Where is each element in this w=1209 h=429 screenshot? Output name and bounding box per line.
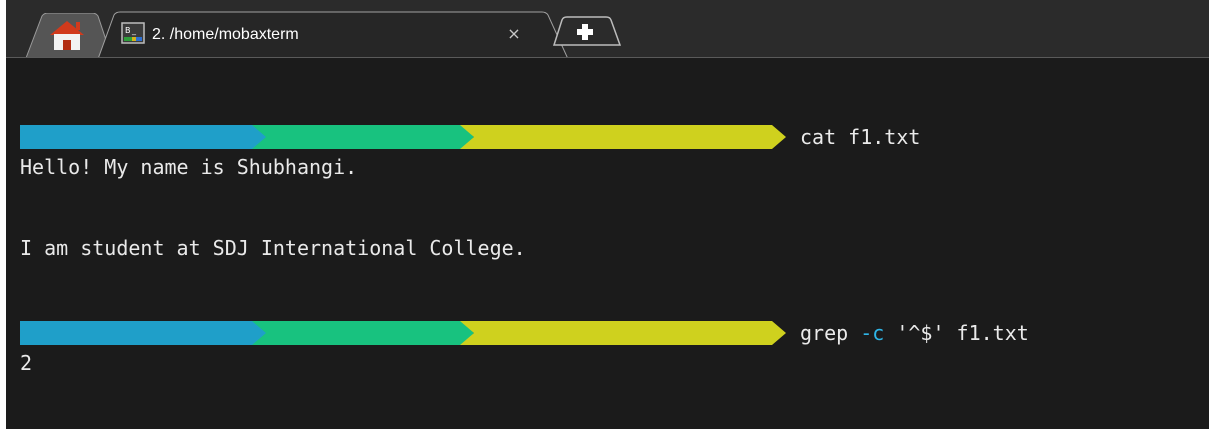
command-text: grep -c '^$' f1.txt	[800, 318, 1029, 348]
prompt-date-segment: 09/09/2024	[20, 321, 278, 345]
prompt-path-segment: /home/mobaxterm	[460, 321, 786, 345]
clock-icon	[372, 372, 390, 390]
output-line: Hello! My name is Shubhangi.	[20, 155, 358, 179]
calendar-icon	[140, 372, 158, 390]
command-name: grep	[800, 321, 861, 345]
tab-title: 2. /home/mobaxterm	[152, 26, 299, 43]
terminal-area[interactable]: 09/09/2024 21:34.51 /home/mobaxterm cat …	[6, 58, 1209, 429]
prompt-line: 09/09/2024 21:34.51 /home/mobaxterm cat …	[20, 122, 1200, 152]
command-args: '^$' f1.txt	[884, 321, 1029, 345]
prompt-time-segment: 21:34.51	[252, 125, 474, 149]
prompt-date: 09/09/2024	[168, 369, 289, 393]
command-text: cat f1.txt	[800, 125, 921, 149]
mobaxterm-window: B _ 2. /home/mobaxterm × 09/09/2024 21:3…	[6, 0, 1209, 429]
prompt-time: 21:34.54	[400, 369, 497, 393]
prompt-path: /home/mobaxterm	[610, 369, 792, 393]
close-icon[interactable]: ×	[503, 20, 525, 48]
prompt-time-segment: 21:34.54	[252, 321, 474, 345]
new-tab-button[interactable]	[550, 16, 622, 46]
folder-icon	[580, 176, 600, 194]
prompt-time: 21:34.51	[400, 173, 497, 197]
prompt-date-segment: 09/09/2024	[20, 125, 278, 149]
prompt-path-segment: /home/mobaxterm	[460, 125, 786, 149]
clock-icon	[372, 176, 390, 194]
output-line: I am student at SDJ International Colleg…	[20, 236, 526, 260]
terminal-tab-icon: B _	[121, 22, 145, 44]
prompt-line: 09/09/2024 21:34.54 /home/mobaxterm grep…	[20, 318, 1200, 348]
output-line: 2	[20, 351, 33, 375]
command-flag: -c	[860, 321, 885, 345]
svg-text:B: B	[125, 26, 131, 35]
tab-bar: B _ 2. /home/mobaxterm ×	[6, 0, 1209, 59]
folder-icon	[580, 372, 600, 390]
prompt-path: /home/mobaxterm	[610, 173, 792, 197]
